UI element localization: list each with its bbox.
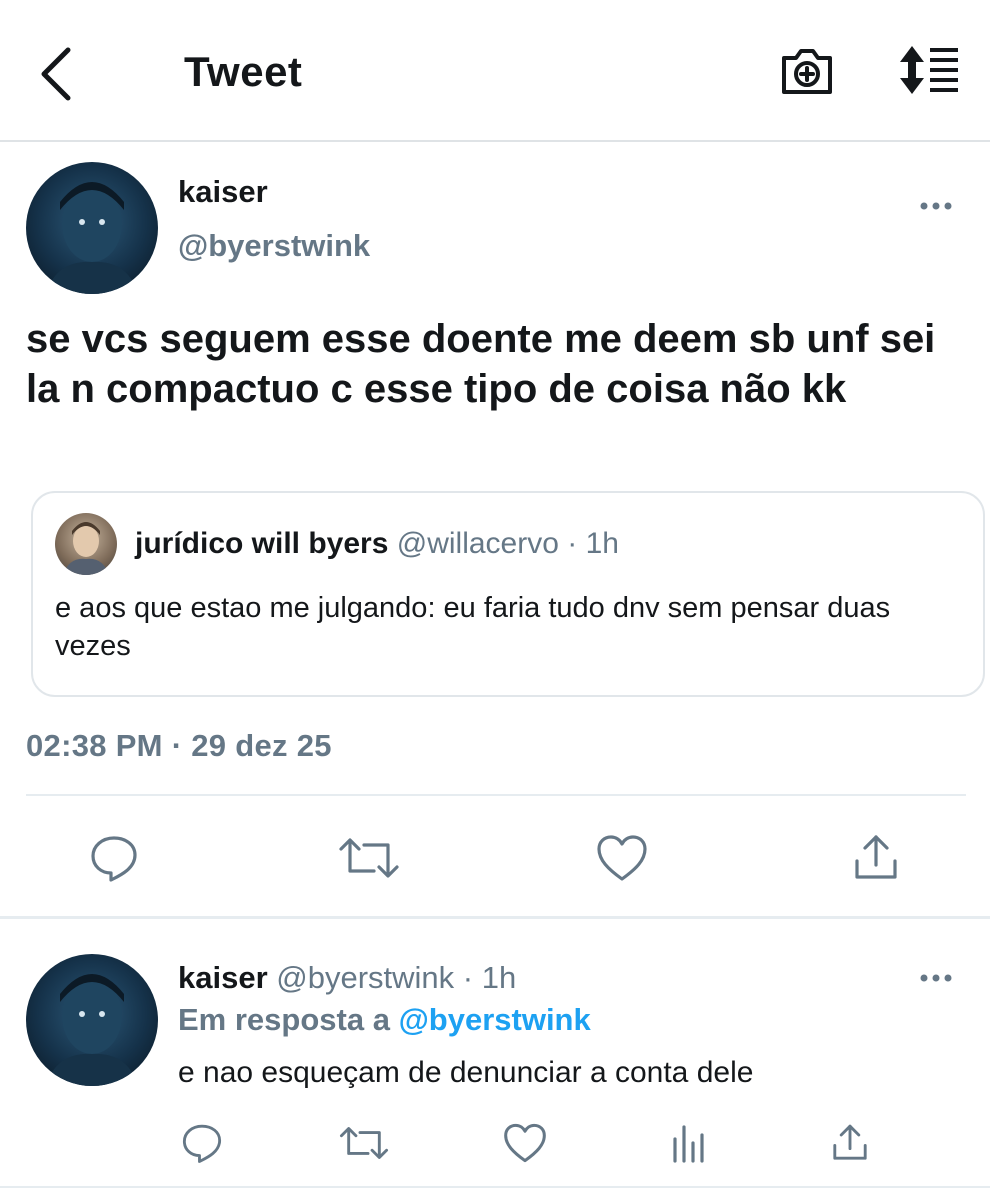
divider <box>0 916 990 919</box>
more-options-button[interactable] <box>916 196 956 216</box>
like-button[interactable] <box>594 830 650 886</box>
quoted-author-name: jurídico will byers <box>135 527 389 560</box>
separator-dot: · <box>462 960 474 995</box>
retweet-icon <box>339 1127 389 1159</box>
back-button[interactable] <box>32 44 82 104</box>
avatar[interactable] <box>26 162 158 294</box>
page-title: Tweet <box>184 48 303 95</box>
divider <box>0 1186 990 1188</box>
profile-photo <box>46 182 138 294</box>
divider <box>26 794 966 796</box>
reply-button[interactable] <box>86 830 142 886</box>
author-name[interactable]: kaiser <box>178 960 268 995</box>
like-icon <box>597 835 647 881</box>
profile-photo <box>46 974 138 1086</box>
more-icon <box>920 974 952 982</box>
more-options-button[interactable] <box>916 968 956 988</box>
quoted-text: e aos que estao me julgando: eu faria tu… <box>55 592 891 662</box>
sort-icon <box>900 46 958 94</box>
like-icon <box>504 1123 546 1163</box>
author-handle[interactable]: @byerstwink <box>178 228 370 264</box>
analytics-button[interactable] <box>668 1120 708 1166</box>
top-bar: Tweet <box>0 0 990 142</box>
share-icon <box>833 1124 867 1160</box>
reply-icon <box>91 836 137 882</box>
reply-text: e nao esqueçam de denunciar a conta dele <box>178 1056 754 1089</box>
quoted-author-handle: @willacervo <box>396 527 559 560</box>
retweet-button[interactable] <box>338 1120 390 1166</box>
retweet-icon <box>339 838 399 878</box>
share-button[interactable] <box>828 1120 872 1166</box>
quoted-time: 1h <box>585 527 619 560</box>
separator-dot: · <box>567 527 578 560</box>
share-icon <box>855 835 897 879</box>
sort-button[interactable] <box>894 42 964 98</box>
tweet-text: se vcs seguem esse doente me deem sb unf… <box>26 317 936 411</box>
camera-plus-icon <box>782 49 832 94</box>
chevron-left-icon <box>41 47 71 101</box>
quoted-avatar[interactable] <box>55 513 117 575</box>
reply-header: kaiser @byerstwink · 1h <box>178 960 516 996</box>
author-handle[interactable]: @byerstwink <box>276 960 454 995</box>
share-button[interactable] <box>848 830 904 886</box>
like-button[interactable] <box>502 1120 548 1166</box>
quoted-tweet[interactable]: jurídico will byers @willacervo · 1h e a… <box>31 491 985 697</box>
tweet-timestamp: 02:38 PM · 29 dez 25 <box>26 728 332 763</box>
reply-button[interactable] <box>180 1120 224 1166</box>
more-icon <box>920 202 952 210</box>
avatar[interactable] <box>26 954 158 1086</box>
mention-link[interactable]: @byerstwink <box>399 1002 591 1037</box>
retweet-button[interactable] <box>338 830 400 886</box>
quoted-header: jurídico will byers @willacervo · 1h <box>135 527 619 561</box>
reply-icon <box>182 1124 222 1163</box>
profile-photo <box>63 522 109 575</box>
analytics-icon <box>673 1125 704 1163</box>
add-photo-button[interactable] <box>778 42 836 100</box>
in-reply-to: Em resposta a @byerstwink <box>178 1002 591 1038</box>
author-name[interactable]: kaiser <box>178 174 268 210</box>
reply-time: 1h <box>481 960 517 995</box>
in-reply-prefix: Em resposta a <box>178 1002 390 1037</box>
